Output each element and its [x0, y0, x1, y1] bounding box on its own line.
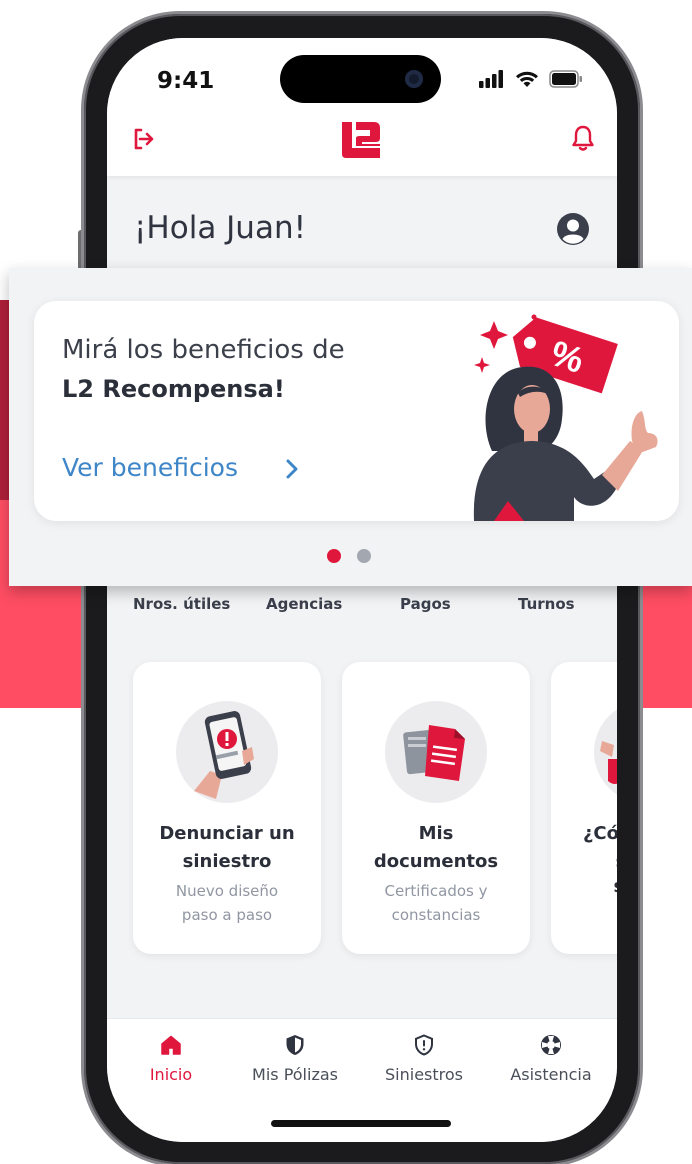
quick-access-turnos[interactable]: Turnos [518, 595, 575, 613]
card-illustration-circle [594, 701, 617, 803]
quick-access-agencias[interactable]: Agencias [266, 595, 342, 613]
shield-icon [286, 1035, 304, 1055]
status-icons [479, 70, 583, 88]
status-bar: 9:41 [107, 38, 617, 108]
carousel-dots [327, 549, 371, 563]
quick-access-row: Nros. útiles Agencias Pagos Turnos [107, 595, 617, 619]
tab-label: Siniestros [385, 1065, 463, 1084]
signal-icon [479, 70, 503, 88]
home-icon [161, 1035, 181, 1055]
tab-label: Mis Pólizas [252, 1065, 338, 1084]
tab-label: Asistencia [510, 1065, 592, 1084]
alert-shield-icon [415, 1034, 433, 1056]
card-subtitle: Nuevo diseño paso a paso [175, 882, 279, 924]
banner-highlight: L2 Recompensa! [62, 375, 285, 403]
card-illustration-circle [385, 701, 487, 803]
lifebuoy-icon [541, 1035, 561, 1055]
card-subtitle: Certificados y constancias [384, 882, 488, 924]
tab-label: Inicio [149, 1065, 193, 1084]
card-subtitle: si [551, 875, 617, 899]
card-como-siniestro[interactable]: ¿Có s si [551, 662, 617, 954]
shield-illustration-icon [600, 741, 617, 784]
carousel-dot-1[interactable] [327, 549, 341, 563]
status-time: 9:41 [157, 68, 215, 94]
logout-icon[interactable] [131, 126, 157, 152]
card-title: Mis documentos [373, 823, 499, 872]
quick-access-pagos[interactable]: Pagos [400, 595, 451, 613]
card-illustration-circle [176, 701, 278, 803]
quick-access-numeros[interactable]: Nros. útiles [133, 595, 230, 613]
carousel-dot-2[interactable] [357, 549, 371, 563]
card-mis-documentos[interactable]: Mis documentos Certificados y constancia… [342, 662, 530, 954]
card-title: Denunciar un siniestro [159, 823, 295, 872]
woman-discount-illustration: % [473, 314, 658, 521]
brand-logo [342, 122, 380, 158]
dynamic-island [280, 55, 441, 103]
greeting-title: ¡Hola Juan! [134, 210, 307, 246]
documents-icon [403, 725, 465, 781]
battery-icon [549, 70, 582, 88]
chevron-right-icon[interactable] [284, 457, 300, 481]
phone-screen: 9:41 ¡Hola Juan! Nros. útiles Agencias P… [107, 38, 617, 1142]
notification-bell-icon[interactable] [571, 124, 595, 152]
wifi-icon [516, 71, 538, 87]
card-title: ¿Có s [582, 823, 617, 872]
banner-text: Mirá los beneficios de [62, 335, 345, 365]
home-indicator [271, 1120, 451, 1127]
card-denunciar-siniestro[interactable]: Denunciar un siniestro Nuevo diseño paso… [133, 662, 321, 954]
promo-banner-carousel: Mirá los beneficios de L2 Recompensa! Ve… [9, 268, 692, 586]
camera-icon [405, 70, 423, 88]
ver-beneficios-link[interactable]: Ver beneficios [62, 453, 238, 482]
promo-banner-card[interactable]: Mirá los beneficios de L2 Recompensa! Ve… [34, 301, 679, 521]
top-bar [107, 108, 617, 176]
profile-avatar-icon[interactable] [557, 213, 589, 245]
phone-alert-icon [194, 711, 254, 799]
